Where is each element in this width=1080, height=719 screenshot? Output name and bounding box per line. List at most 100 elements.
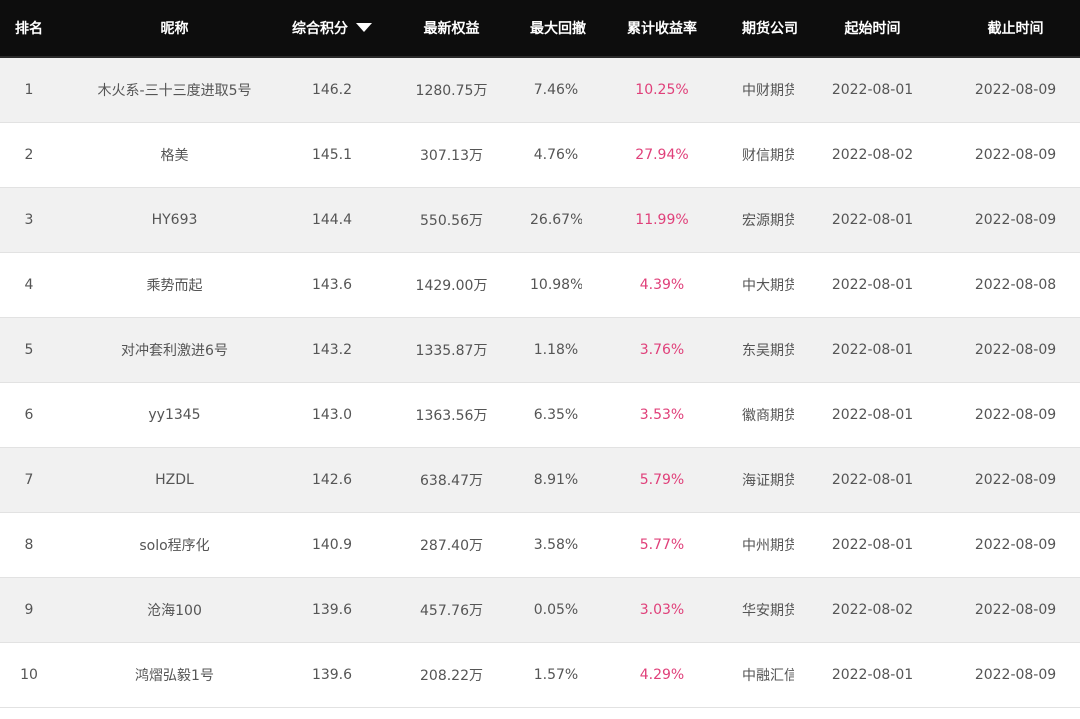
return-rate-cell: 3.76% (639, 341, 685, 358)
drawdown-cell: 0.05% (533, 601, 579, 618)
nickname-cell[interactable]: solo程序化 (58, 512, 291, 577)
nickname-cell[interactable]: 对冲套利激进6号 (58, 317, 291, 382)
drawdown-cell: 3.58% (533, 536, 579, 553)
company-cell: 中财期货 (742, 82, 794, 99)
nickname-cell[interactable]: 格美 (58, 122, 291, 187)
drawdown-cell: 4.76% (533, 146, 579, 163)
return-rate-cell: 4.39% (639, 276, 685, 293)
end-time-cell: 2022-08-09 (974, 471, 1057, 488)
drawdown-cell: 1.18% (533, 341, 579, 358)
table-row: 7 HZDL 142.6 638.47万 8.91% 5.79% 海证期货 20… (0, 447, 1080, 512)
company-cell: 中融汇信 (742, 667, 794, 684)
ranking-table: 排名 昵称 综合积分 最新权益 最大回撤 累计收益率 期货公司 起始时间 截止时… (0, 0, 1080, 708)
rank-cell: 7 (24, 471, 34, 488)
rank-cell: 4 (24, 276, 34, 293)
end-time-cell: 2022-08-08 (974, 276, 1057, 293)
table-row: 4 乘势而起 143.6 1429.00万 10.98% 4.39% 中大期货 … (0, 252, 1080, 317)
score-cell: 139.6 (311, 601, 353, 618)
table-row: 8 solo程序化 140.9 287.40万 3.58% 5.77% 中州期货… (0, 512, 1080, 577)
header-score-label: 综合积分 (292, 21, 348, 37)
rank-cell: 3 (24, 211, 34, 228)
equity-cell: 1335.87万 (415, 342, 488, 359)
nickname-text[interactable]: HY693 (152, 212, 198, 228)
nickname-text[interactable]: 格美 (161, 145, 189, 165)
nickname-cell[interactable]: yy1345 (58, 382, 291, 447)
header-rank: 排名 (0, 0, 58, 58)
table-row: 9 沧海100 139.6 457.76万 0.05% 3.03% 华安期货 2… (0, 577, 1080, 642)
rank-cell: 9 (24, 601, 34, 618)
start-time-cell: 2022-08-02 (831, 146, 914, 163)
table-row: 3 HY693 144.4 550.56万 26.67% 11.99% 宏源期货… (0, 187, 1080, 252)
company-cell: 华安期货 (742, 602, 794, 619)
header-drawdown: 最大回撤 (530, 0, 586, 58)
nickname-text[interactable]: 沧海100 (147, 600, 202, 620)
score-cell: 142.6 (311, 471, 353, 488)
score-cell: 139.6 (311, 666, 353, 683)
equity-cell: 1363.56万 (415, 407, 488, 424)
header-score[interactable]: 综合积分 (291, 0, 373, 58)
sort-desc-icon[interactable] (356, 22, 372, 32)
drawdown-cell: 6.35% (533, 406, 579, 423)
score-cell: 143.2 (311, 341, 353, 358)
end-time-cell: 2022-08-09 (974, 536, 1057, 553)
equity-cell: 1280.75万 (415, 82, 488, 99)
nickname-text[interactable]: 木火系-三十三度进取5号 (98, 80, 252, 100)
header-start-time: 起始时间 (794, 0, 951, 58)
company-cell: 财信期货 (742, 147, 794, 164)
end-time-cell: 2022-08-09 (974, 601, 1057, 618)
rank-cell: 10 (20, 666, 38, 683)
table-row: 1 木火系-三十三度进取5号 146.2 1280.75万 7.46% 10.2… (0, 57, 1080, 122)
header-nickname: 昵称 (58, 0, 291, 58)
start-time-cell: 2022-08-02 (831, 601, 914, 618)
company-cell: 徽商期货 (742, 407, 794, 424)
nickname-text[interactable]: HZDL (155, 472, 194, 488)
table-body: 1 木火系-三十三度进取5号 146.2 1280.75万 7.46% 10.2… (0, 57, 1080, 707)
table-row: 10 鸿熠弘毅1号 139.6 208.22万 1.57% 4.29% 中融汇信… (0, 642, 1080, 707)
nickname-cell[interactable]: 乘势而起 (58, 252, 291, 317)
nickname-cell[interactable]: 鸿熠弘毅1号 (58, 642, 291, 707)
nickname-text[interactable]: 鸿熠弘毅1号 (135, 665, 214, 685)
company-cell: 海证期货 (742, 472, 794, 489)
return-rate-cell: 27.94% (635, 146, 689, 163)
drawdown-cell: 26.67% (530, 211, 582, 228)
company-cell: 中大期货 (742, 277, 794, 294)
nickname-text[interactable]: 对冲套利激进6号 (121, 340, 228, 360)
equity-cell: 307.13万 (420, 147, 483, 164)
nickname-text[interactable]: solo程序化 (139, 535, 209, 555)
rank-cell: 5 (24, 341, 34, 358)
equity-cell: 457.76万 (420, 602, 483, 619)
company-cell: 中州期货 (742, 537, 794, 554)
return-rate-cell: 3.03% (639, 601, 685, 618)
rank-cell: 2 (24, 146, 34, 163)
return-rate-cell: 10.25% (635, 81, 689, 98)
nickname-cell[interactable]: 木火系-三十三度进取5号 (58, 57, 291, 122)
nickname-cell[interactable]: 沧海100 (58, 577, 291, 642)
header-end-time: 截止时间 (951, 0, 1080, 58)
start-time-cell: 2022-08-01 (831, 211, 914, 228)
equity-cell: 1429.00万 (415, 277, 488, 294)
score-cell: 146.2 (311, 81, 353, 98)
score-cell: 145.1 (311, 146, 353, 163)
nickname-text[interactable]: yy1345 (148, 407, 200, 423)
nickname-cell[interactable]: HZDL (58, 447, 291, 512)
start-time-cell: 2022-08-01 (831, 536, 914, 553)
drawdown-cell: 10.98% (530, 276, 582, 293)
equity-cell: 208.22万 (420, 667, 483, 684)
rank-cell: 8 (24, 536, 34, 553)
return-rate-cell: 5.77% (639, 536, 685, 553)
start-time-cell: 2022-08-01 (831, 471, 914, 488)
rank-cell: 6 (24, 406, 34, 423)
nickname-cell[interactable]: HY693 (58, 187, 291, 252)
end-time-cell: 2022-08-09 (974, 81, 1057, 98)
start-time-cell: 2022-08-01 (831, 666, 914, 683)
drawdown-cell: 1.57% (533, 666, 579, 683)
start-time-cell: 2022-08-01 (831, 341, 914, 358)
start-time-cell: 2022-08-01 (831, 406, 914, 423)
score-cell: 143.0 (311, 406, 353, 423)
nickname-text[interactable]: 乘势而起 (147, 275, 203, 295)
header-company: 期货公司 (742, 0, 798, 58)
return-rate-cell: 5.79% (639, 471, 685, 488)
equity-cell: 550.56万 (420, 212, 483, 229)
score-cell: 144.4 (311, 211, 353, 228)
equity-cell: 638.47万 (420, 472, 483, 489)
